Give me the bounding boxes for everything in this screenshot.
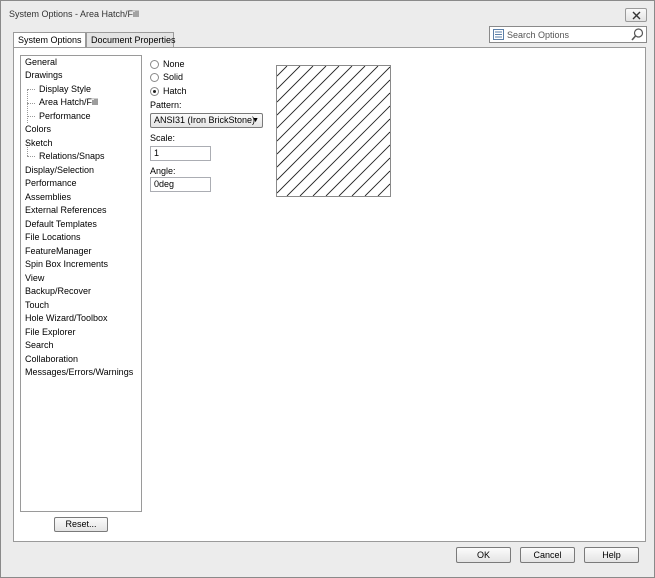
options-tree[interactable]: General Drawings Display Style Area Hatc… xyxy=(20,55,142,512)
tree-item-assemblies[interactable]: Assemblies xyxy=(25,191,71,204)
tree-item-hole-wizard-toolbox[interactable]: Hole Wizard/Toolbox xyxy=(25,312,108,325)
ok-button[interactable]: OK xyxy=(456,547,511,563)
search-options-list-icon xyxy=(493,29,504,40)
search-input[interactable] xyxy=(507,28,625,41)
radio-solid[interactable] xyxy=(150,72,159,82)
tree-connector xyxy=(27,156,35,157)
fill-option-solid[interactable]: Solid xyxy=(150,71,183,83)
tree-item-collaboration[interactable]: Collaboration xyxy=(25,353,78,366)
chevron-down-icon: ▼ xyxy=(252,117,259,124)
options-panel: General Drawings Display Style Area Hatc… xyxy=(13,47,646,542)
radio-none-label: None xyxy=(163,59,185,69)
pattern-select-value: ANSI31 (Iron BrickStone) xyxy=(154,115,256,125)
tree-item-performance[interactable]: Performance xyxy=(25,177,77,190)
tree-item-drawings-performance[interactable]: Performance xyxy=(39,110,91,123)
tree-item-drawings[interactable]: Drawings xyxy=(25,69,63,82)
radio-solid-label: Solid xyxy=(163,72,184,82)
search-box[interactable] xyxy=(489,26,647,43)
tree-connector xyxy=(27,89,28,123)
tree-item-featuremanager[interactable]: FeatureManager xyxy=(25,245,92,258)
tree-item-search[interactable]: Search xyxy=(25,339,54,352)
tab-system-options[interactable]: System Options xyxy=(13,32,86,48)
tree-item-general[interactable]: General xyxy=(25,56,57,69)
scale-input[interactable]: 1 xyxy=(150,146,211,161)
tree-item-view[interactable]: View xyxy=(25,272,44,285)
hatch-pattern-preview xyxy=(276,65,391,197)
tree-item-display-selection[interactable]: Display/Selection xyxy=(25,164,94,177)
fill-option-none[interactable]: None xyxy=(150,58,185,70)
radio-hatch[interactable] xyxy=(150,86,159,96)
tree-item-touch[interactable]: Touch xyxy=(25,299,49,312)
close-button[interactable] xyxy=(625,8,647,22)
tree-item-backup-recover[interactable]: Backup/Recover xyxy=(25,285,91,298)
search-icon[interactable] xyxy=(631,28,644,41)
tree-item-display-style[interactable]: Display Style xyxy=(39,83,91,96)
tree-item-external-references[interactable]: External References xyxy=(25,204,107,217)
tree-item-relations-snaps[interactable]: Relations/Snaps xyxy=(39,150,105,163)
system-options-dialog: System Options - Area Hatch/Fill System … xyxy=(0,0,655,578)
tree-item-sketch[interactable]: Sketch xyxy=(25,137,53,150)
title-bar: System Options - Area Hatch/Fill xyxy=(1,1,654,27)
reset-button[interactable]: Reset... xyxy=(54,517,108,532)
tab-document-properties[interactable]: Document Properties xyxy=(86,32,176,47)
pattern-label: Pattern: xyxy=(150,100,182,110)
tree-connector xyxy=(27,116,35,117)
tree-item-area-hatch-fill[interactable]: Area Hatch/Fill xyxy=(39,96,98,109)
tree-connector xyxy=(27,89,35,90)
fill-option-hatch[interactable]: Hatch xyxy=(150,85,187,97)
help-button[interactable]: Help xyxy=(584,547,639,563)
angle-label: Angle: xyxy=(150,166,176,176)
tree-connector xyxy=(27,103,35,104)
close-icon xyxy=(632,11,640,19)
tree-item-spin-box-increments[interactable]: Spin Box Increments xyxy=(25,258,108,271)
tree-item-file-locations[interactable]: File Locations xyxy=(25,231,81,244)
pattern-select[interactable]: ANSI31 (Iron BrickStone) ▼ xyxy=(150,113,263,128)
radio-none[interactable] xyxy=(150,59,159,69)
hatch-preview xyxy=(276,65,391,197)
window-title: System Options - Area Hatch/Fill xyxy=(9,9,140,19)
tree-item-messages-errors-warnings[interactable]: Messages/Errors/Warnings xyxy=(25,366,133,379)
tree-item-colors[interactable]: Colors xyxy=(25,123,51,136)
angle-input[interactable]: 0deg xyxy=(150,177,211,192)
tree-item-default-templates[interactable]: Default Templates xyxy=(25,218,97,231)
scale-label: Scale: xyxy=(150,133,176,143)
tree-item-file-explorer[interactable]: File Explorer xyxy=(25,326,76,339)
radio-hatch-label: Hatch xyxy=(163,86,187,96)
cancel-button[interactable]: Cancel xyxy=(520,547,575,563)
